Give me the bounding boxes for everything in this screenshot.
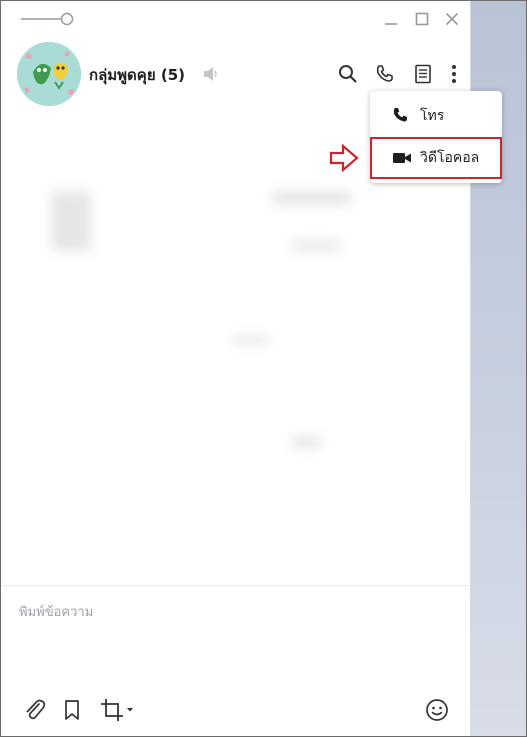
- maximize-icon: [415, 12, 429, 26]
- more-vertical-icon: [452, 65, 456, 83]
- arrow-right-icon: [329, 144, 359, 172]
- notes-button[interactable]: [411, 62, 435, 86]
- app-frame: กลุ่มพูดคุย (5) พิมพ์ข้อความ โทร วิดีโอค…: [0, 0, 527, 737]
- pin-icon[interactable]: [21, 11, 77, 27]
- minimize-icon: [385, 23, 397, 25]
- message-input[interactable]: พิมพ์ข้อความ: [19, 601, 449, 622]
- phone-icon: [376, 65, 393, 82]
- bookmark-button[interactable]: [59, 697, 85, 723]
- paperclip-icon: [26, 699, 46, 720]
- more-button[interactable]: [442, 62, 466, 86]
- dropdown-caret-icon: [127, 708, 133, 712]
- minimize-button[interactable]: [381, 9, 401, 29]
- search-icon: [339, 65, 357, 83]
- highlight-box: [370, 137, 502, 179]
- attach-button[interactable]: [22, 697, 48, 723]
- screen-capture-button[interactable]: [98, 697, 136, 723]
- close-icon: [445, 12, 459, 26]
- crop-icon: [101, 699, 123, 721]
- call-button[interactable]: [373, 62, 397, 86]
- message-list: [31, 171, 451, 471]
- notes-icon: [415, 64, 431, 84]
- search-button[interactable]: [336, 62, 360, 86]
- speaker-icon: [204, 67, 217, 81]
- chat-title[interactable]: กลุ่มพูดคุย (5): [89, 63, 185, 87]
- avatar-image: [17, 42, 81, 106]
- bookmark-icon: [65, 700, 79, 720]
- menu-item-label: โทร: [420, 108, 445, 124]
- emoji-icon: [426, 699, 448, 721]
- chat-window: กลุ่มพูดคุย (5) พิมพ์ข้อความ โทร วิดีโอค…: [1, 1, 502, 736]
- group-avatar[interactable]: [17, 42, 81, 106]
- emoji-button[interactable]: [424, 697, 450, 723]
- phone-icon: [393, 108, 407, 122]
- menu-item-voice-call[interactable]: โทร: [370, 95, 502, 137]
- maximize-button[interactable]: [412, 9, 432, 29]
- composer-divider: [1, 585, 470, 586]
- close-button[interactable]: [442, 9, 462, 29]
